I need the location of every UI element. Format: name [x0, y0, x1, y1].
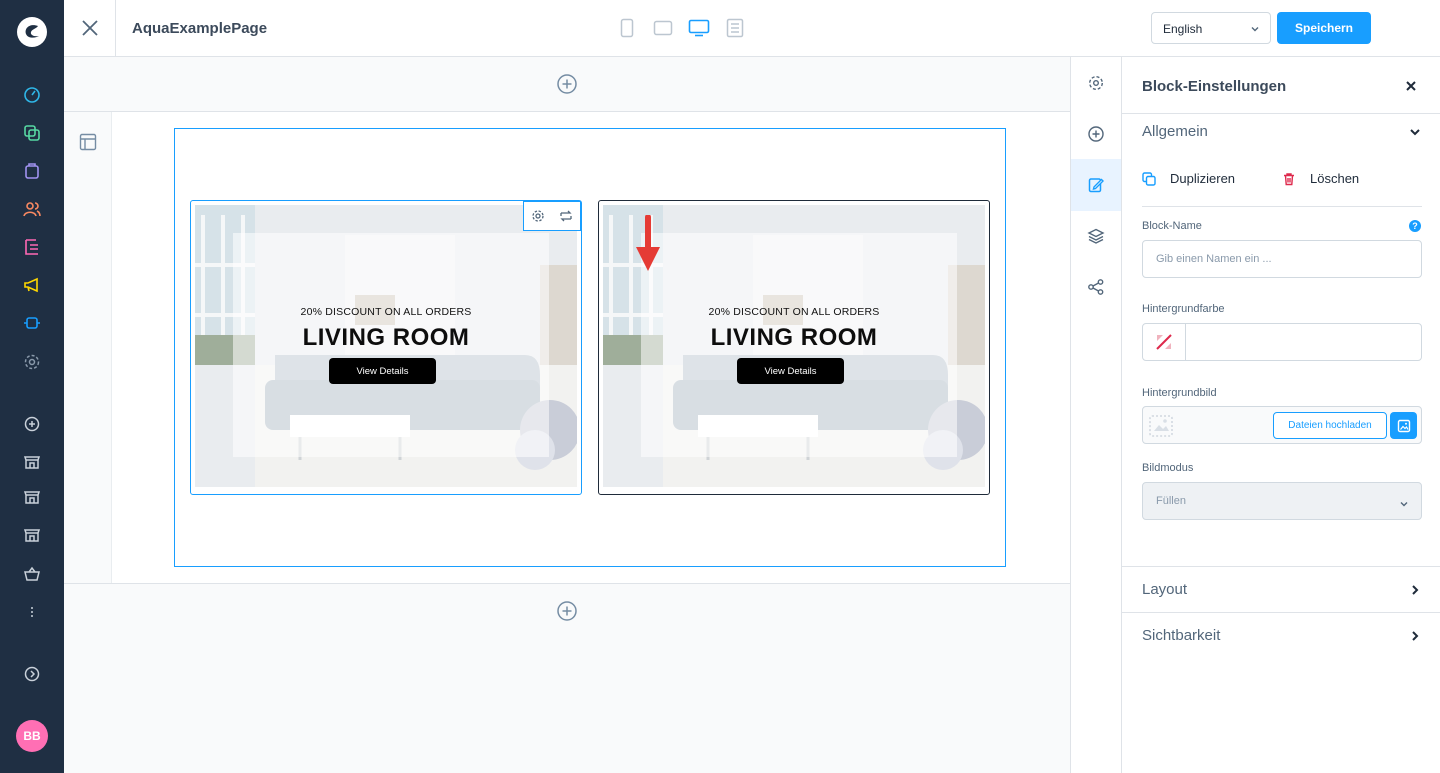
red-arrow-annotation-icon [633, 215, 663, 273]
section: 20% DISCOUNT ON ALL ORDERS LIVING ROOM V… [64, 111, 1070, 584]
add-sales-channel-icon[interactable] [22, 414, 42, 434]
duplicate-block-button[interactable]: Duplizieren [1142, 171, 1235, 186]
background-image-label: Hintergrundbild [1142, 387, 1217, 399]
chevron-right-icon[interactable] [1408, 583, 1422, 597]
image-mode-value: Füllen [1156, 495, 1186, 507]
add-section-icon[interactable] [556, 600, 578, 622]
page-title: AquaExamplePage [132, 20, 268, 37]
duplicate-icon [1142, 171, 1156, 186]
divider [1122, 566, 1440, 567]
section-layout-header[interactable]: Layout [1142, 581, 1187, 598]
divider [1142, 206, 1422, 207]
add-section-bottom [64, 584, 1070, 638]
upload-files-button[interactable]: Dateien hochladen [1273, 412, 1387, 439]
section-sidebar [64, 112, 112, 583]
mobile-view-icon[interactable] [616, 17, 638, 39]
settings-icon[interactable] [22, 352, 42, 372]
content-icon[interactable] [22, 237, 42, 257]
section-layout-icon[interactable] [78, 132, 98, 152]
view-details-button[interactable]: View Details [329, 358, 436, 384]
add-section-icon[interactable] [556, 73, 578, 95]
card-subtitle: 20% DISCOUNT ON ALL ORDERS [300, 306, 472, 318]
image-placeholder-icon [1149, 415, 1173, 437]
block-name-label: Block-Name [1142, 220, 1202, 232]
sidebar-tabs [1070, 57, 1122, 773]
background-image-field: Dateien hochladen [1142, 406, 1422, 444]
image-mode-label: Bildmodus [1142, 462, 1194, 474]
user-avatar[interactable]: BB [16, 720, 48, 752]
dashboard-icon[interactable] [22, 85, 42, 105]
add-blocks-icon[interactable] [1071, 108, 1121, 160]
layers-icon[interactable] [1071, 210, 1121, 262]
collapse-menu-icon[interactable] [22, 664, 42, 684]
chevron-down-icon[interactable] [1408, 125, 1422, 139]
view-details-button[interactable]: View Details [737, 358, 844, 384]
shopware-logo-icon[interactable] [16, 16, 48, 48]
device-switcher [616, 17, 746, 39]
editor-topbar: AquaExamplePage English Speichern [64, 0, 1440, 57]
divider [1122, 113, 1440, 114]
page-settings-icon[interactable] [1071, 57, 1121, 109]
save-button[interactable]: Speichern [1277, 12, 1371, 44]
storefront-icon-2[interactable] [22, 487, 42, 507]
close-panel-icon[interactable] [1404, 79, 1418, 93]
share-icon[interactable] [1071, 261, 1121, 313]
extensions-icon[interactable] [22, 313, 42, 333]
element-toolbar [523, 201, 581, 231]
storefront-icon[interactable] [22, 452, 42, 472]
customers-icon[interactable] [22, 199, 42, 219]
panel-title: Block-Einstellungen [1142, 78, 1287, 95]
divider [1122, 612, 1440, 613]
close-editor-button[interactable] [64, 0, 116, 56]
block-name-input[interactable]: Gib einen Namen ein ... [1142, 240, 1422, 278]
no-color-icon [1154, 332, 1174, 352]
marketing-icon[interactable] [22, 275, 42, 295]
duplicate-label: Duplizieren [1170, 171, 1236, 186]
add-section-top [64, 57, 1070, 111]
background-color-field[interactable] [1142, 323, 1422, 361]
trash-icon [1282, 172, 1296, 186]
basket-icon[interactable] [22, 564, 42, 584]
delete-block-button[interactable]: Löschen [1282, 171, 1359, 186]
block-settings-panel: Block-Einstellungen Allgemein Dupliziere… [1122, 57, 1440, 773]
card-title: LIVING ROOM [710, 324, 878, 351]
more-icon[interactable] [22, 602, 42, 622]
image-text-card[interactable]: 20% DISCOUNT ON ALL ORDERS LIVING ROOM V… [190, 200, 582, 495]
card-title: LIVING ROOM [302, 324, 470, 351]
section-general-header[interactable]: Allgemein [1142, 123, 1208, 140]
chevron-right-icon[interactable] [1408, 629, 1422, 643]
language-value: English [1163, 22, 1203, 36]
form-view-icon[interactable] [724, 17, 746, 39]
section-visibility-header[interactable]: Sichtbarkeit [1142, 627, 1220, 644]
close-icon [81, 19, 99, 37]
orders-icon[interactable] [22, 161, 42, 181]
page-canvas: 20% DISCOUNT ON ALL ORDERS LIVING ROOM V… [64, 57, 1070, 773]
image-icon [1397, 419, 1411, 433]
main-navigation-rail: BB [0, 0, 64, 773]
chevron-down-icon [1399, 499, 1409, 509]
element-swap-icon[interactable] [559, 209, 573, 223]
media-picker-button[interactable] [1390, 412, 1417, 439]
element-settings-icon[interactable] [531, 209, 545, 223]
card-subtitle: 20% DISCOUNT ON ALL ORDERS [708, 306, 880, 318]
background-color-label: Hintergrundfarbe [1142, 303, 1225, 315]
storefront-icon-3[interactable] [22, 525, 42, 545]
selected-block[interactable]: 20% DISCOUNT ON ALL ORDERS LIVING ROOM V… [174, 128, 1006, 567]
color-picker-swatch[interactable] [1143, 324, 1186, 360]
delete-label: Löschen [1310, 171, 1360, 186]
chevron-down-icon [1250, 24, 1260, 34]
image-mode-select[interactable]: Füllen [1142, 482, 1422, 520]
desktop-view-icon[interactable] [688, 17, 710, 39]
help-icon[interactable]: ? [1409, 220, 1421, 232]
language-select[interactable]: English [1151, 12, 1271, 44]
tablet-view-icon[interactable] [652, 17, 674, 39]
catalogue-icon[interactable] [22, 123, 42, 143]
edit-block-icon[interactable] [1071, 159, 1121, 211]
